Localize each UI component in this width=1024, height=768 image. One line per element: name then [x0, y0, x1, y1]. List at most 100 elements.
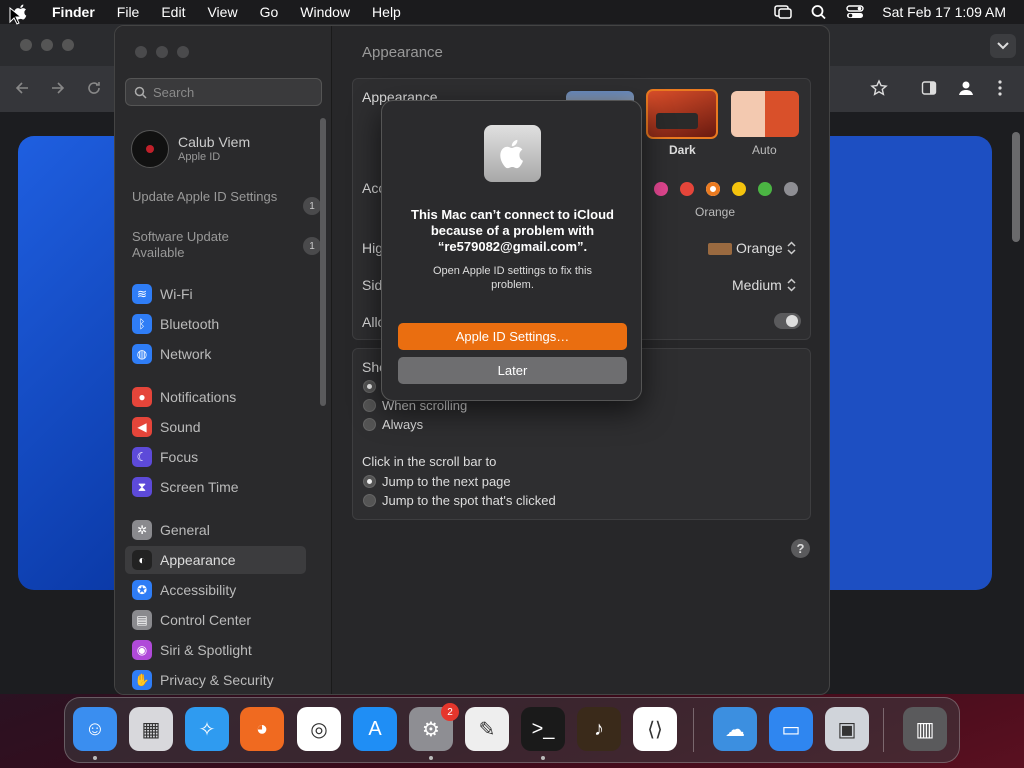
sidebar-item-general[interactable]: ✲ General: [125, 516, 306, 544]
control-center-icon[interactable]: [846, 4, 864, 20]
user-sub: Apple ID: [178, 151, 221, 163]
weather-icon[interactable]: ☁: [713, 707, 757, 751]
accent-swatch[interactable]: [758, 182, 772, 196]
page-scrollbar[interactable]: [1012, 132, 1020, 242]
keynote-icon[interactable]: ▭: [769, 707, 813, 751]
menu-file[interactable]: File: [117, 4, 140, 20]
menu-clock[interactable]: Sat Feb 17 1:09 AM: [882, 4, 1006, 20]
apple-logo-icon: [484, 125, 541, 182]
highlight-color-chip: [708, 243, 732, 255]
notification-badge: 2: [441, 703, 459, 721]
vscode-icon[interactable]: ⟨⟩: [633, 707, 677, 751]
radio-next-page[interactable]: [363, 475, 376, 488]
sidebar-item-screen-time[interactable]: ⧗ Screen Time: [125, 473, 306, 501]
garageband-icon[interactable]: ♪: [577, 707, 621, 751]
sidebar-item-notifications[interactable]: ● Notifications: [125, 383, 306, 411]
sidebar-item-appearance[interactable]: ◐ Appearance: [125, 546, 306, 574]
sidebar-item-label: Screen Time: [160, 479, 239, 495]
forward-arrow-icon[interactable]: [50, 80, 66, 96]
sidebar-size-label: Sid: [362, 277, 383, 293]
chrome-icon[interactable]: ◎: [297, 707, 341, 751]
side-panel-icon[interactable]: [921, 80, 937, 96]
bookmark-star-icon[interactable]: [870, 79, 888, 97]
accent-swatch[interactable]: [654, 182, 668, 196]
accent-swatch[interactable]: [732, 182, 746, 196]
speaker-icon: ◀: [132, 417, 152, 437]
sidebar-item-privacy-security[interactable]: ✋ Privacy & Security: [125, 666, 306, 694]
app-store-icon[interactable]: A: [353, 707, 397, 751]
launchpad-icon[interactable]: ▦: [129, 707, 173, 751]
search-field[interactable]: [125, 78, 322, 106]
sidebar-item-network[interactable]: ◍ Network: [125, 340, 306, 368]
accent-selected-label: Orange: [695, 205, 736, 219]
radio-when-scrolling[interactable]: [363, 399, 376, 412]
bell-icon: ●: [132, 387, 152, 407]
menu-app-finder[interactable]: Finder: [52, 4, 95, 20]
option-always: Always: [382, 417, 424, 432]
page-title: Appearance: [362, 44, 443, 61]
running-indicator: [541, 756, 545, 760]
menu-window[interactable]: Window: [300, 4, 350, 20]
sidebar-item-sound[interactable]: ◀ Sound: [125, 413, 306, 441]
accent-swatch[interactable]: [680, 182, 694, 196]
tinting-toggle[interactable]: [774, 313, 801, 329]
kebab-menu-icon[interactable]: [996, 79, 1004, 97]
tab-search-button[interactable]: [990, 34, 1016, 58]
sidebar-scrollbar[interactable]: [320, 118, 326, 406]
later-button[interactable]: Later: [398, 357, 627, 384]
back-arrow-icon[interactable]: [14, 80, 30, 96]
mode-auto-thumb[interactable]: [731, 91, 799, 137]
sidebar-item-siri-spotlight[interactable]: ◉ Siri & Spotlight: [125, 636, 306, 664]
help-button[interactable]: ?: [791, 539, 810, 558]
option-spot-clicked: Jump to the spot that's clicked: [382, 493, 556, 508]
accessibility-icon: ✪: [132, 580, 152, 600]
user-name[interactable]: Calub Viem: [178, 134, 250, 150]
minimize-dot[interactable]: [156, 46, 168, 58]
hourglass-icon: ⧗: [132, 477, 152, 497]
sidebar-item-label: Notifications: [160, 389, 237, 405]
screen-mirroring-icon[interactable]: [774, 4, 792, 20]
finder-icon[interactable]: ☺: [73, 707, 117, 751]
menu-help[interactable]: Help: [372, 4, 401, 20]
alert-software-update[interactable]: Software Update Available: [132, 229, 282, 261]
menu-view[interactable]: View: [207, 4, 237, 20]
avatar[interactable]: [131, 130, 169, 168]
radio-always[interactable]: [363, 418, 376, 431]
stepper-icon[interactable]: [787, 278, 796, 292]
radio-spot-clicked[interactable]: [363, 494, 376, 507]
close-dot[interactable]: [135, 46, 147, 58]
apple-id-settings-button[interactable]: Apple ID Settings…: [398, 323, 627, 350]
close-dot[interactable]: [20, 39, 32, 51]
accent-swatch[interactable]: [784, 182, 798, 196]
sidebar-item-control-center[interactable]: ▤ Control Center: [125, 606, 306, 634]
spotlight-search-icon[interactable]: [810, 4, 828, 20]
menu-go[interactable]: Go: [260, 4, 279, 20]
stepper-icon[interactable]: [787, 241, 796, 255]
zoom-dot[interactable]: [177, 46, 189, 58]
accent-swatch[interactable]: [706, 182, 720, 196]
control-center-icon: ▤: [132, 610, 152, 630]
profile-avatar-icon[interactable]: [957, 79, 975, 97]
search-input[interactable]: [153, 84, 313, 100]
highlight-select[interactable]: Orange: [736, 240, 783, 256]
textedit-icon[interactable]: ✎: [465, 707, 509, 751]
alert-apple-id[interactable]: Update Apple ID Settings: [132, 189, 282, 205]
radio-auto[interactable]: [363, 380, 376, 393]
menu-edit[interactable]: Edit: [161, 4, 185, 20]
safari-icon[interactable]: ✧: [185, 707, 229, 751]
sidebar-item-accessibility[interactable]: ✪ Accessibility: [125, 576, 306, 604]
zoom-dot[interactable]: [62, 39, 74, 51]
sidebar-item-focus[interactable]: ☾ Focus: [125, 443, 306, 471]
preview-icon[interactable]: ▣: [825, 707, 869, 751]
mode-dark-thumb[interactable]: [646, 89, 718, 139]
firefox-icon[interactable]: ◕: [240, 707, 284, 751]
sidebar-item-wi-fi[interactable]: ≋ Wi-Fi: [125, 280, 306, 308]
trash-icon[interactable]: ▥: [903, 707, 947, 751]
terminal-icon[interactable]: >_: [521, 707, 565, 751]
sidebar-item-bluetooth[interactable]: ᛒ Bluetooth: [125, 310, 306, 338]
dock-separator: [693, 708, 694, 752]
minimize-dot[interactable]: [41, 39, 53, 51]
reload-icon[interactable]: [86, 80, 102, 96]
mode-auto-label: Auto: [752, 143, 777, 157]
sidebar-size-select[interactable]: Medium: [732, 277, 782, 293]
